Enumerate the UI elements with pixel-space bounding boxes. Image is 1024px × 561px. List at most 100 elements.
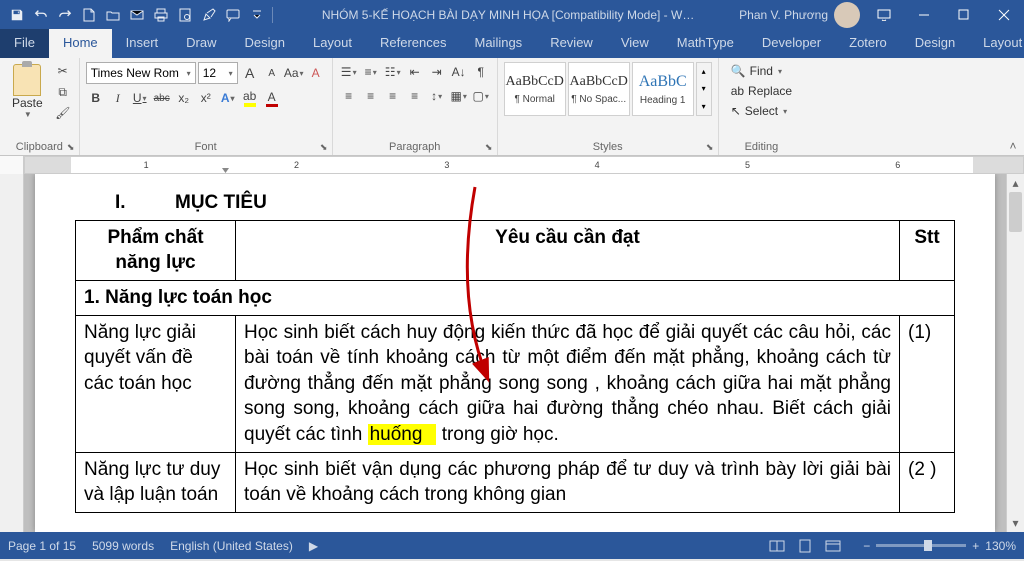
- font-name-input[interactable]: Times New Rom▾: [86, 62, 196, 84]
- print-preview-icon[interactable]: [174, 4, 196, 26]
- ribbon-options-icon[interactable]: [864, 3, 904, 27]
- scroll-thumb[interactable]: [1009, 192, 1022, 232]
- tab-view[interactable]: View: [607, 29, 663, 58]
- clear-formatting-button[interactable]: A: [306, 63, 326, 83]
- tab-table-design[interactable]: Design: [901, 29, 969, 58]
- shading-button[interactable]: ▦▾: [449, 86, 469, 106]
- strikethrough-button[interactable]: abc: [152, 88, 172, 108]
- editor-icon[interactable]: [198, 4, 220, 26]
- style-heading-1[interactable]: AaBbCHeading 1: [632, 62, 694, 116]
- sort-button[interactable]: A↓: [449, 62, 469, 82]
- bullets-button[interactable]: ☰▾: [339, 62, 359, 82]
- vertical-ruler[interactable]: [0, 174, 24, 532]
- tab-layout[interactable]: Layout: [299, 29, 366, 58]
- tab-draw[interactable]: Draw: [172, 29, 230, 58]
- minimize-button[interactable]: [904, 3, 944, 27]
- increase-indent-button[interactable]: ⇥: [427, 62, 447, 82]
- save-icon[interactable]: [6, 4, 28, 26]
- tab-table-layout[interactable]: Layout: [969, 29, 1024, 58]
- word-count[interactable]: 5099 words: [92, 539, 154, 553]
- table-header[interactable]: Phẩm chất năng lực: [76, 220, 236, 280]
- email-icon[interactable]: [126, 4, 148, 26]
- underline-button[interactable]: U▾: [130, 88, 150, 108]
- styles-launcher[interactable]: ⬊: [704, 141, 716, 153]
- superscript-button[interactable]: x²: [196, 88, 216, 108]
- format-painter-icon[interactable]: 🖌: [53, 104, 73, 122]
- open-file-icon[interactable]: [102, 4, 124, 26]
- find-button[interactable]: 🔍Find▾: [725, 62, 798, 80]
- user-account[interactable]: Phan V. Phương: [735, 2, 864, 28]
- tab-insert[interactable]: Insert: [112, 29, 173, 58]
- grow-font-button[interactable]: A: [240, 63, 260, 83]
- copy-icon[interactable]: ⧉: [53, 83, 73, 101]
- close-button[interactable]: [984, 3, 1024, 27]
- justify-button[interactable]: ≡: [405, 86, 425, 106]
- highlighted-text[interactable]: huống: [368, 424, 437, 445]
- align-left-button[interactable]: ≡: [339, 86, 359, 106]
- zoom-out-button[interactable]: −: [863, 539, 870, 553]
- tab-mailings[interactable]: Mailings: [461, 29, 537, 58]
- scroll-up-button[interactable]: ▴: [1007, 174, 1024, 192]
- tab-file[interactable]: File: [0, 29, 49, 58]
- italic-button[interactable]: I: [108, 88, 128, 108]
- subscript-button[interactable]: x₂: [174, 88, 194, 108]
- bold-button[interactable]: B: [86, 88, 106, 108]
- font-launcher[interactable]: ⬊: [318, 141, 330, 153]
- horizontal-ruler[interactable]: 123456: [0, 156, 1024, 174]
- tab-references[interactable]: References: [366, 29, 460, 58]
- borders-button[interactable]: ▢▾: [471, 86, 491, 106]
- read-mode-button[interactable]: [763, 535, 791, 557]
- select-button[interactable]: ↖Select▾: [725, 102, 798, 120]
- zoom-level[interactable]: 130%: [985, 539, 1016, 553]
- collapse-ribbon-button[interactable]: ˄: [1004, 139, 1022, 153]
- text-effects-button[interactable]: A▾: [218, 88, 238, 108]
- scroll-down-button[interactable]: ▾: [1007, 514, 1024, 532]
- highlight-button[interactable]: ab: [240, 88, 260, 108]
- multilevel-button[interactable]: ☷▾: [383, 62, 403, 82]
- zoom-slider[interactable]: [876, 544, 966, 547]
- replace-button[interactable]: abReplace: [725, 82, 798, 100]
- font-size-input[interactable]: 12▾: [198, 62, 238, 84]
- undo-icon[interactable]: [30, 4, 52, 26]
- cut-icon[interactable]: ✂: [53, 62, 73, 80]
- show-marks-button[interactable]: ¶: [471, 62, 491, 82]
- align-center-button[interactable]: ≡: [361, 86, 381, 106]
- tab-developer[interactable]: Developer: [748, 29, 835, 58]
- tab-design[interactable]: Design: [231, 29, 299, 58]
- decrease-indent-button[interactable]: ⇤: [405, 62, 425, 82]
- tab-zotero[interactable]: Zotero: [835, 29, 901, 58]
- paste-button[interactable]: Paste ▼: [6, 62, 49, 121]
- heading-1[interactable]: I.MỤC TIÊU: [75, 190, 955, 216]
- style-normal[interactable]: AaBbCcD¶ Normal: [504, 62, 566, 116]
- shrink-font-button[interactable]: A: [262, 63, 282, 83]
- macro-icon[interactable]: ▶: [309, 539, 318, 553]
- table-subheading[interactable]: 1. Năng lực toán học: [76, 280, 955, 315]
- tab-review[interactable]: Review: [536, 29, 607, 58]
- zoom-in-button[interactable]: +: [972, 539, 979, 553]
- style-no-spacing[interactable]: AaBbCcD¶ No Spac...: [568, 62, 630, 116]
- web-layout-button[interactable]: [819, 535, 847, 557]
- change-case-button[interactable]: Aa▾: [284, 63, 304, 83]
- content-table[interactable]: Phẩm chất năng lực Yêu cầu cần đạt Stt 1…: [75, 220, 955, 513]
- page-indicator[interactable]: Page 1 of 15: [8, 539, 76, 553]
- page-container[interactable]: I.MỤC TIÊU Phẩm chất năng lực Yêu cầu cầ…: [24, 174, 1006, 532]
- clipboard-launcher[interactable]: ⬊: [65, 141, 77, 153]
- quick-print-icon[interactable]: [150, 4, 172, 26]
- new-file-icon[interactable]: [78, 4, 100, 26]
- language-indicator[interactable]: English (United States): [170, 539, 293, 553]
- tab-home[interactable]: Home: [49, 29, 112, 58]
- table-header[interactable]: Stt: [900, 220, 955, 280]
- insert-comment-icon[interactable]: [222, 4, 244, 26]
- align-right-button[interactable]: ≡: [383, 86, 403, 106]
- redo-icon[interactable]: [54, 4, 76, 26]
- print-layout-button[interactable]: [791, 535, 819, 557]
- line-spacing-button[interactable]: ↕▾: [427, 86, 447, 106]
- maximize-button[interactable]: [944, 3, 984, 27]
- font-color-button[interactable]: A: [262, 88, 282, 108]
- styles-gallery-more[interactable]: ▴▾▾: [696, 62, 712, 116]
- vertical-scrollbar[interactable]: ▴ ▾: [1006, 174, 1024, 532]
- qat-customize-icon[interactable]: [246, 4, 268, 26]
- table-header[interactable]: Yêu cầu cần đạt: [236, 220, 900, 280]
- tab-mathtype[interactable]: MathType: [663, 29, 748, 58]
- paragraph-launcher[interactable]: ⬊: [483, 141, 495, 153]
